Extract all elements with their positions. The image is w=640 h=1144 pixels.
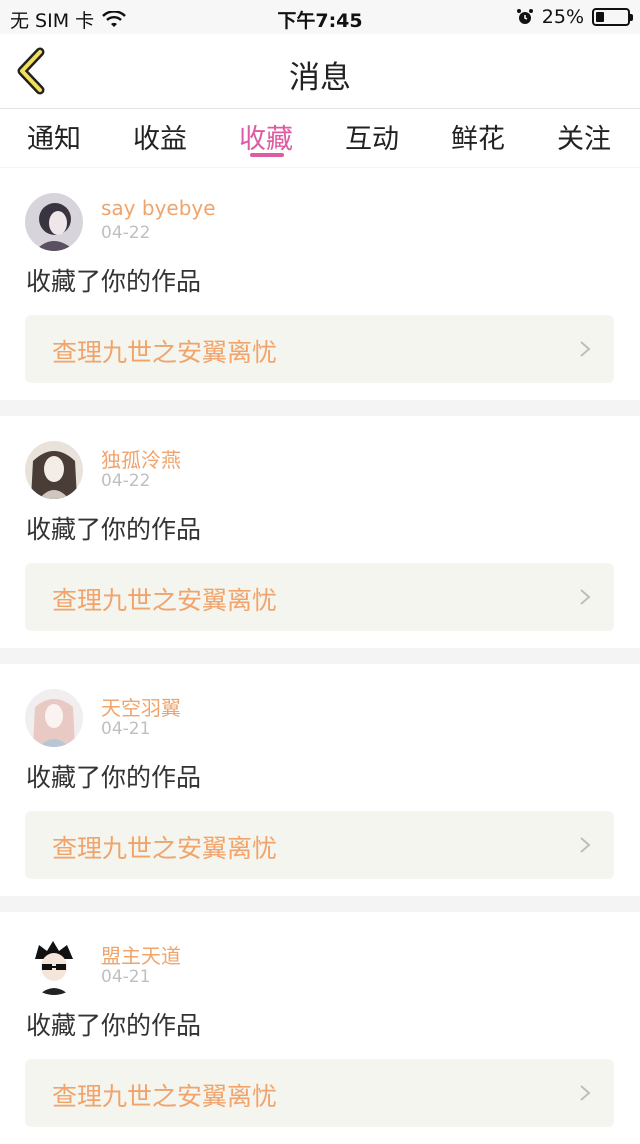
avatar[interactable]: [25, 937, 83, 995]
tab-flowers[interactable]: 鲜花: [425, 117, 531, 156]
message-card: 天空羽翼 04-21 收藏了你的作品 查理九世之安翼离忧: [0, 664, 640, 896]
alarm-icon: [516, 9, 533, 24]
battery-fill: [596, 12, 604, 22]
tab-follows[interactable]: 关注: [531, 117, 637, 156]
action-text: 收藏了你的作品: [26, 267, 202, 296]
username[interactable]: 天空羽翼: [101, 692, 181, 721]
work-title: 查理九世之安翼离忧: [52, 338, 278, 367]
tab-interactions[interactable]: 互动: [319, 117, 425, 156]
work-title: 查理九世之安翼离忧: [52, 834, 278, 863]
avatar[interactable]: [25, 689, 83, 747]
work-title: 查理九世之安翼离忧: [52, 586, 278, 615]
nav-bar: 消息: [0, 34, 640, 109]
avatar[interactable]: [25, 441, 83, 499]
active-tab-indicator: [250, 153, 284, 157]
chevron-right-icon: [580, 589, 591, 605]
username[interactable]: 独孤泠燕: [101, 444, 181, 473]
work-link[interactable]: 查理九世之安翼离忧: [25, 315, 614, 383]
tab-bar: 通知 收益 收藏 互动 鲜花 关注: [0, 109, 640, 167]
avatar[interactable]: [25, 193, 83, 251]
action-text: 收藏了你的作品: [26, 763, 202, 792]
username[interactable]: 盟主天道: [101, 940, 181, 969]
message-card: 独孤泠燕 04-22 收藏了你的作品 查理九世之安翼离忧: [0, 416, 640, 648]
message-date: 04-21: [101, 719, 151, 739]
message-card: 盟主天道 04-21 收藏了你的作品 查理九世之安翼离忧: [0, 912, 640, 1144]
tab-notifications[interactable]: 通知: [1, 117, 107, 156]
work-link[interactable]: 查理九世之安翼离忧: [25, 1059, 614, 1127]
status-bar: 无 SIM 卡 下午7:45 25%: [0, 0, 640, 34]
battery-percent: 25%: [541, 6, 584, 28]
action-text: 收藏了你的作品: [26, 1011, 202, 1040]
chevron-right-icon: [580, 341, 591, 357]
tab-earnings[interactable]: 收益: [107, 117, 213, 156]
message-date: 04-22: [101, 223, 151, 243]
message-date: 04-21: [101, 967, 151, 987]
action-text: 收藏了你的作品: [26, 515, 202, 544]
work-link[interactable]: 查理九世之安翼离忧: [25, 811, 614, 879]
battery-icon: [592, 8, 633, 26]
page-title: 消息: [289, 60, 351, 96]
chevron-right-icon: [580, 1085, 591, 1101]
tab-favorites[interactable]: 收藏: [213, 117, 319, 156]
chevron-right-icon: [580, 837, 591, 853]
work-link[interactable]: 查理九世之安翼离忧: [25, 563, 614, 631]
username[interactable]: say byebye: [101, 196, 216, 220]
work-title: 查理九世之安翼离忧: [52, 1082, 278, 1111]
message-date: 04-22: [101, 471, 151, 491]
status-right: 25%: [516, 6, 633, 28]
message-card: say byebye 04-22 收藏了你的作品 查理九世之安翼离忧: [0, 168, 640, 400]
